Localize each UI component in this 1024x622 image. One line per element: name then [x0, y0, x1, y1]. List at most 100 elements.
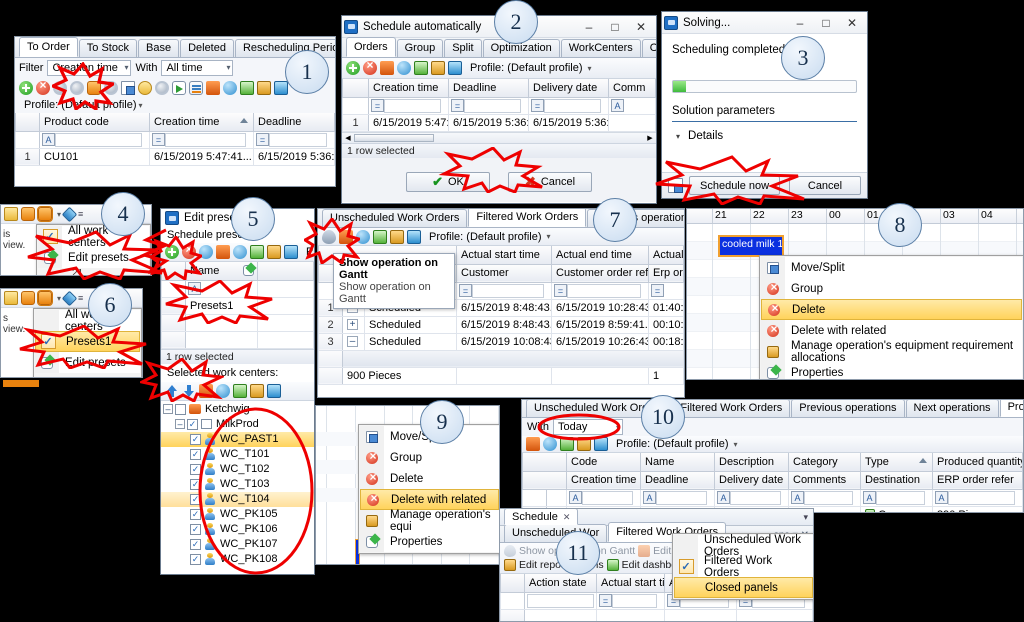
add-icon[interactable] — [346, 61, 360, 75]
expand-icon[interactable]: + — [347, 319, 358, 331]
checkbox-checked-icon[interactable]: ✓ — [190, 478, 201, 490]
refresh-icon[interactable] — [216, 383, 230, 398]
filter-action-state[interactable] — [524, 592, 597, 610]
export-icon[interactable] — [250, 245, 264, 259]
clipboard-icon[interactable] — [250, 383, 264, 398]
col-creation-time[interactable]: Creation time — [566, 471, 641, 490]
cell-duration[interactable]: 00:10:5 — [648, 316, 684, 334]
remove-icon[interactable] — [363, 58, 377, 75]
filter-product-code[interactable]: A — [39, 131, 150, 149]
gantt-bar-cooled-milk[interactable]: cooled milk 1% — [718, 235, 784, 257]
table-row[interactable]: Presets1 — [161, 297, 314, 315]
start-filter-input[interactable] — [472, 283, 544, 298]
tab-next-operations[interactable]: Next operations — [905, 400, 999, 417]
tab-unscheduled-work-orders[interactable]: Unscheduled Work Orders — [322, 209, 468, 227]
checkbox-icon[interactable] — [175, 403, 186, 415]
filter-comment[interactable]: A — [608, 97, 656, 115]
columns-icon[interactable] — [189, 80, 203, 95]
save-icon[interactable] — [407, 229, 421, 244]
cell-end[interactable]: 6/15/2019 10:26:43... — [551, 333, 649, 351]
filter-type[interactable]: A — [860, 489, 933, 507]
with-dropdown[interactable]: All time ▾ — [161, 59, 234, 76]
add-icon[interactable] — [165, 245, 179, 259]
schedule-now-button[interactable]: Schedule now — [689, 176, 781, 195]
menu-item-filtered-work-orders[interactable]: ✓ Filtered Work Orders — [674, 555, 813, 579]
creation-time-filter-input[interactable] — [384, 98, 441, 113]
menu-item-edit-presets[interactable]: Edit presets — [35, 352, 140, 373]
panel5-profile[interactable]: Profi — [306, 246, 314, 258]
col-actual-duration[interactable]: Actual — [648, 246, 684, 265]
filter-name[interactable]: A — [640, 489, 715, 507]
clipboard-icon[interactable] — [431, 61, 445, 75]
context-menu-item-move-split[interactable]: Move/Split — [761, 257, 1022, 278]
action-state-filter-input[interactable] — [527, 593, 594, 608]
cell-preset-name[interactable]: Presets1 — [185, 297, 258, 315]
col-category[interactable]: Category — [788, 453, 861, 472]
collapse-icon[interactable]: – — [175, 419, 185, 429]
clipboard-icon[interactable] — [390, 229, 404, 244]
panel7-profile[interactable]: Profile: (Default profile) — [429, 231, 542, 243]
chevron-down-icon[interactable]: ▾ — [676, 132, 680, 141]
deadline-filter-input[interactable] — [464, 98, 521, 113]
tab-to-stock[interactable]: To Stock — [78, 39, 137, 57]
checkbox-checked-icon[interactable]: ✓ — [190, 553, 201, 565]
edit-dashboard-actions-icon[interactable] — [606, 559, 619, 571]
col-creation-time[interactable]: Creation time — [149, 113, 254, 132]
tree-node-wc-t102[interactable]: ✓ WC_T102 — [161, 462, 314, 477]
cell-deadline[interactable]: 6/15/2019 5:36:46... — [448, 114, 529, 132]
col-delivery-date[interactable]: Delivery date — [714, 471, 789, 490]
collapse-icon[interactable]: – — [163, 404, 173, 414]
clipboard-icon[interactable] — [257, 80, 271, 95]
ok-button[interactable]: ✔ OK — [406, 171, 490, 192]
context-menu-item-delete[interactable]: Delete — [761, 299, 1022, 320]
table-row[interactable]: 3 – Scheduled 6/15/2019 10:08:43... 6/15… — [318, 333, 684, 351]
export-icon[interactable] — [373, 229, 387, 244]
panel2-profile[interactable]: Profile: (Default profile) — [470, 62, 583, 74]
filter-description[interactable]: A — [714, 489, 789, 507]
reload-icon[interactable] — [233, 245, 247, 259]
settings-icon[interactable] — [53, 80, 67, 95]
cell-deadline[interactable]: 6/15/2019 5:36:4 — [253, 148, 335, 166]
quantity-filter-input[interactable] — [948, 490, 1015, 505]
gantt-body[interactable]: cooled milk 1% Move/Split Group Delete D… — [687, 224, 1023, 379]
cell-creation-time[interactable]: 6/15/2019 5:47:41... — [368, 114, 449, 132]
cell-end[interactable]: 6/15/2019 8:59:41... — [551, 316, 649, 334]
cell-end[interactable]: 6/15/2019 10:28:43... — [551, 299, 649, 317]
details-label[interactable]: Details — [688, 130, 723, 142]
context-menu-item-delete-with-related[interactable]: Delete with related — [761, 320, 1022, 341]
diamond-icon[interactable] — [61, 206, 78, 222]
show-operation-on-gantt-icon[interactable] — [322, 229, 336, 244]
checkbox-checked-icon[interactable]: ✓ — [187, 418, 198, 430]
tree-node-ketchwig[interactable]: – Ketchwig — [161, 402, 314, 417]
cell-quantity[interactable]: 890 Pieces — [932, 506, 1023, 512]
refresh-icon[interactable] — [356, 229, 370, 244]
tab-options[interactable]: Options — [641, 39, 656, 57]
settings3-icon[interactable] — [104, 80, 118, 95]
cell-start[interactable]: 6/15/2019 8:48:43... — [456, 316, 552, 334]
tab-group[interactable]: Group — [396, 39, 444, 57]
description-filter-input[interactable] — [730, 490, 781, 505]
tab-deleted[interactable]: Deleted — [180, 39, 234, 57]
col-description[interactable]: Description — [714, 453, 789, 472]
menu-item-unscheduled-work-orders[interactable]: Unscheduled Work Orders — [674, 534, 813, 558]
overflow-icon[interactable]: ≡ — [78, 209, 83, 219]
move-down-icon[interactable] — [182, 384, 196, 398]
delete-icon[interactable] — [182, 242, 196, 259]
cancel-button[interactable]: ✖ Cancel — [508, 171, 592, 192]
tab-produced-products[interactable]: Produced Products — [999, 400, 1023, 417]
export-icon[interactable] — [240, 80, 254, 95]
col-comments[interactable]: Comments — [788, 471, 861, 490]
minimize-button[interactable]: – — [787, 13, 813, 33]
filter-dropdown[interactable]: Creation time ▾ — [47, 59, 132, 76]
move-up-icon[interactable] — [165, 384, 179, 398]
schedule-automatically-icon[interactable] — [87, 80, 101, 95]
run-icon[interactable] — [172, 80, 186, 95]
export-icon[interactable] — [414, 61, 428, 75]
add-icon[interactable] — [19, 80, 33, 95]
close-icon[interactable]: ✕ — [563, 509, 571, 525]
cell-state[interactable]: Scheduled — [364, 316, 457, 334]
refresh-icon[interactable] — [223, 80, 237, 95]
menu-item-closed-panels[interactable]: Closed panels — [674, 577, 813, 598]
tree-node-wc-t103[interactable]: ✓ WC_T103 — [161, 477, 314, 492]
checkbox-checked-icon[interactable]: ✓ — [190, 463, 201, 475]
